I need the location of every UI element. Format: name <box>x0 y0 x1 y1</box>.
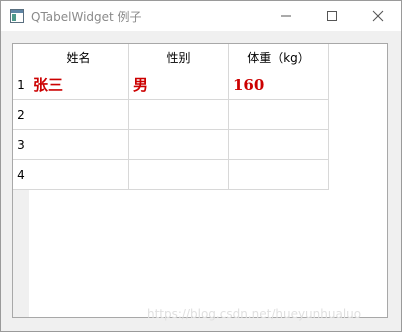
row-header-4[interactable]: 4 <box>13 160 29 190</box>
table-cell[interactable]: 160 <box>229 70 329 100</box>
window-client-area: 姓名 性别 体重（kg） 1 2 3 4 张三 男 160 https://bl… <box>1 31 401 331</box>
table-cell[interactable] <box>29 100 129 130</box>
table-widget[interactable]: 姓名 性别 体重（kg） 1 2 3 4 张三 男 160 <box>12 43 388 318</box>
column-header-gender[interactable]: 性别 <box>129 44 229 70</box>
table-cell[interactable] <box>129 130 229 160</box>
table-cell[interactable] <box>229 100 329 130</box>
window-title: QTabelWidget 例子 <box>31 10 142 24</box>
table-cell[interactable] <box>129 100 229 130</box>
close-icon <box>372 10 384 22</box>
row-header-2[interactable]: 2 <box>13 100 29 130</box>
main-window: QTabelWidget 例子 姓名 性别 体重（kg） 1 2 3 4 张三 … <box>0 0 402 332</box>
app-window-icon <box>10 9 24 23</box>
table-cell[interactable] <box>229 160 329 190</box>
close-button[interactable] <box>355 1 401 31</box>
watermark-text: https://blog.csdn.net/hueyunhualuo <box>147 307 362 321</box>
row-header-3[interactable]: 3 <box>13 130 29 160</box>
minimize-button[interactable] <box>263 1 309 31</box>
column-header-name[interactable]: 姓名 <box>29 44 129 70</box>
table-cell[interactable] <box>129 160 229 190</box>
minimize-icon <box>281 15 291 17</box>
column-header-weight[interactable]: 体重（kg） <box>229 44 329 70</box>
table-cell[interactable]: 张三 <box>29 70 129 100</box>
table-cell[interactable]: 男 <box>129 70 229 100</box>
table-corner-button[interactable] <box>13 44 29 70</box>
table-cell[interactable] <box>229 130 329 160</box>
title-bar[interactable]: QTabelWidget 例子 <box>1 1 401 31</box>
maximize-button[interactable] <box>309 1 355 31</box>
row-header-1[interactable]: 1 <box>13 70 29 100</box>
table-cell[interactable] <box>29 130 129 160</box>
table-cell[interactable] <box>29 160 129 190</box>
maximize-icon <box>327 11 337 21</box>
